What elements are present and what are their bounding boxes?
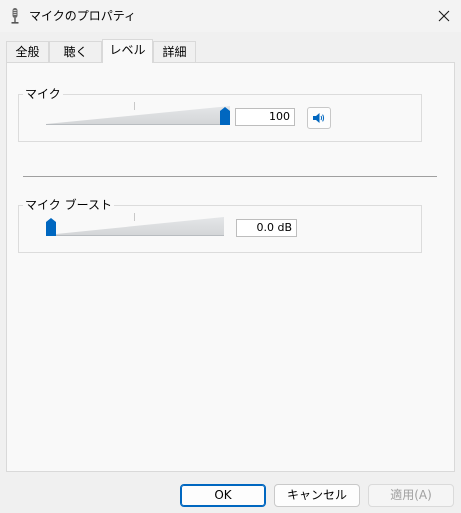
boost-slider-base [46,235,224,236]
microphone-mute-button[interactable] [307,107,331,129]
section-divider [23,176,437,177]
apply-button[interactable]: 適用(A) [368,484,454,507]
tab-listen[interactable]: 聴く [49,41,102,62]
boost-slider-thumb[interactable] [46,218,56,236]
microphone-icon [11,8,19,24]
speaker-icon [313,113,325,123]
window-title: マイクのプロパティ [29,9,137,23]
microphone-boost-group: マイク ブースト 0.0 dB [18,198,422,253]
boost-slider-track[interactable] [46,217,224,235]
tab-general[interactable]: 全般 [6,41,49,62]
tab-strip: 全般 聴く レベル 詳細 [6,39,455,63]
microphone-level-value[interactable]: 100 [235,108,295,126]
ok-button[interactable]: OK [180,484,266,507]
close-icon [438,10,450,22]
cancel-button[interactable]: キャンセル [274,484,360,507]
microphone-slider-track[interactable] [46,106,230,124]
microphone-group: マイク 100 [18,87,422,142]
microphone-label: マイク [23,87,63,101]
microphone-slider-thumb[interactable] [220,107,230,125]
microphone-boost-label: マイク ブースト [23,198,114,212]
tab-panel-levels: マイク 100 マイク ブースト 0.0 dB [6,62,455,472]
microphone-slider-base [46,124,230,125]
close-button[interactable] [427,0,461,32]
microphone-slider-tick [134,102,135,110]
tab-advanced[interactable]: 詳細 [153,41,196,62]
title-bar: マイクのプロパティ [0,0,461,32]
tab-levels[interactable]: レベル [102,39,153,63]
boost-slider-tick [134,213,135,221]
boost-level-value[interactable]: 0.0 dB [236,219,297,237]
